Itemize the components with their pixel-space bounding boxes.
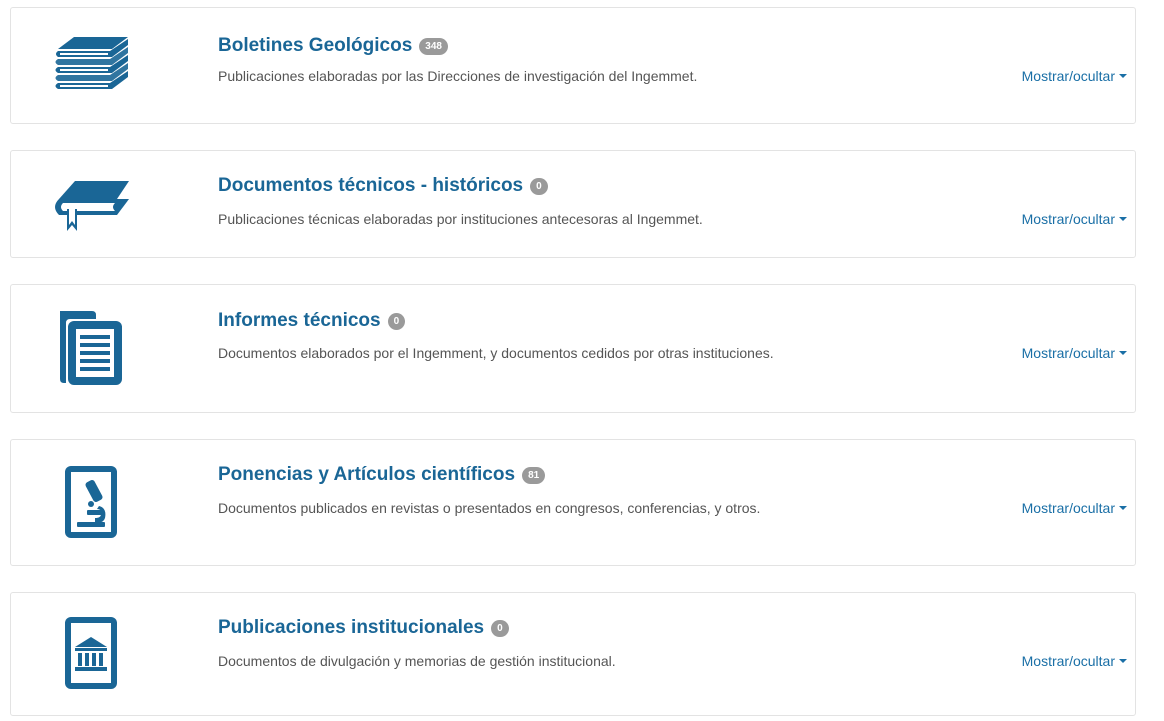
stacked-books-icon [51, 27, 131, 107]
caret-down-icon [1119, 351, 1127, 355]
count-badge: 0 [387, 312, 406, 330]
count-badge: 348 [419, 37, 448, 55]
count-badge: 0 [530, 177, 548, 195]
show-hide-toggle[interactable]: Mostrar/ocultar [1022, 211, 1127, 227]
category-title[interactable]: Boletines Geológicos [218, 35, 412, 57]
category-description: Documentos elaborados por el Ingemment, … [218, 345, 774, 361]
toggle-label: Mostrar/ocultar [1021, 211, 1115, 227]
institution-icon [51, 613, 131, 693]
category-title[interactable]: Informes técnicos [218, 310, 381, 332]
toggle-label: Mostrar/ocultar [1021, 68, 1115, 84]
caret-down-icon [1119, 659, 1127, 663]
toggle-label: Mostrar/ocultar [1021, 500, 1115, 516]
toggle-label: Mostrar/ocultar [1021, 653, 1115, 669]
bookmarked-book-icon [51, 165, 131, 245]
caret-down-icon [1119, 74, 1127, 78]
microscope-icon [51, 462, 131, 542]
show-hide-toggle[interactable]: Mostrar/ocultar [1022, 345, 1127, 361]
category-card-boletines: Boletines Geológicos 348 Publicaciones e… [10, 7, 1136, 124]
count-badge: 0 [491, 619, 509, 637]
category-card-publicaciones-institucionales: Publicaciones institucionales 0 Document… [10, 592, 1136, 716]
show-hide-toggle[interactable]: Mostrar/ocultar [1022, 500, 1127, 516]
documents-icon [51, 307, 131, 387]
category-description: Documentos publicados en revistas o pres… [218, 500, 761, 516]
category-card-ponencias: Ponencias y Artículos científicos 81 Doc… [10, 439, 1136, 566]
caret-down-icon [1119, 506, 1127, 510]
count-badge: 81 [522, 466, 546, 484]
category-title[interactable]: Documentos técnicos - históricos [218, 175, 523, 197]
category-description: Documentos de divulgación y memorias de … [218, 653, 616, 669]
show-hide-toggle[interactable]: Mostrar/ocultar [1022, 653, 1127, 669]
category-title[interactable]: Ponencias y Artículos científicos [218, 464, 515, 486]
category-description: Publicaciones técnicas elaboradas por in… [218, 211, 703, 227]
toggle-label: Mostrar/ocultar [1021, 345, 1115, 361]
category-description: Publicaciones elaboradas por las Direcci… [218, 68, 698, 84]
category-card-informes-tecnicos: Informes técnicos 0 Documentos elaborado… [10, 284, 1136, 413]
caret-down-icon [1119, 217, 1127, 221]
show-hide-toggle[interactable]: Mostrar/ocultar [1022, 68, 1127, 84]
category-title[interactable]: Publicaciones institucionales [218, 617, 484, 639]
category-card-documentos-historicos: Documentos técnicos - históricos 0 Publi… [10, 150, 1136, 258]
